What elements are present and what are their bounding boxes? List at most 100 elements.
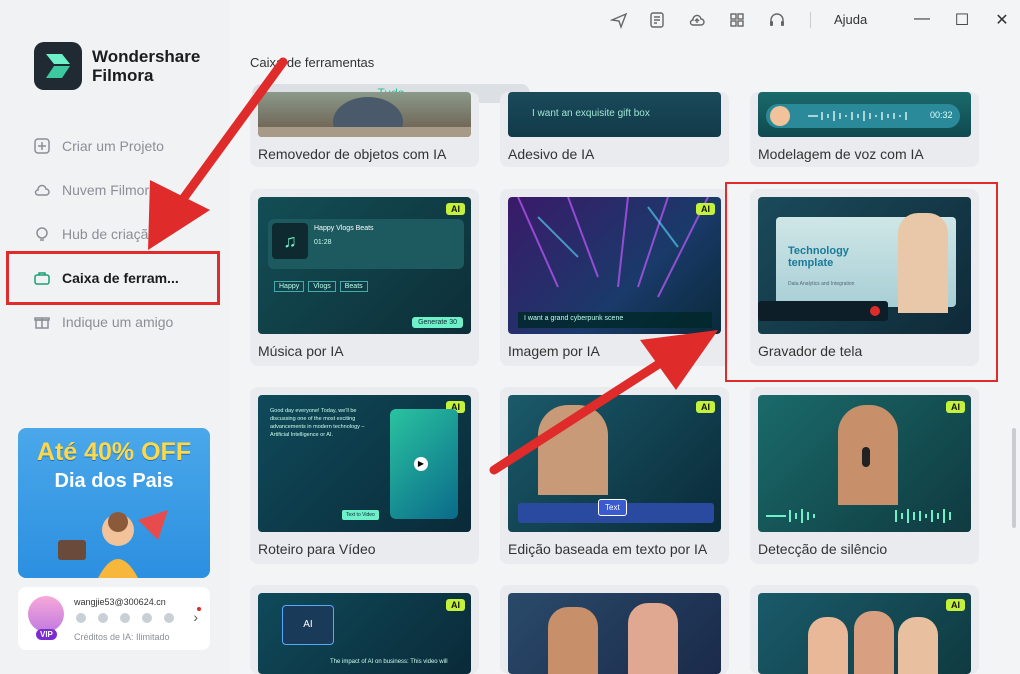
promo-subtitle: Dia dos Pais <box>54 470 174 492</box>
waveform-icon <box>808 111 907 121</box>
tool-card-row4-3[interactable]: AI <box>750 585 979 674</box>
card-thumbnail <box>258 92 471 137</box>
audio-waveform <box>766 509 951 523</box>
dancer-image <box>628 603 678 674</box>
benefit-icon <box>142 613 152 623</box>
tool-card-script-to-video[interactable]: AI Good day everyone! Today, we'll be di… <box>250 387 479 564</box>
thumb-caption-text: The impact of AI on business: This video… <box>330 659 448 665</box>
play-icon: ▶ <box>414 457 428 471</box>
toolbar-divider <box>810 12 811 28</box>
person-image <box>898 617 938 674</box>
cloud-upload-icon[interactable] <box>688 11 706 29</box>
close-button[interactable]: ✕ <box>992 10 1012 30</box>
card-thumbnail: AI AI The impact of AI on business: This… <box>258 593 471 674</box>
filmora-logo-icon <box>34 42 82 90</box>
speaker-avatar <box>770 106 790 126</box>
text-to-video-button: Text to Video <box>342 510 379 520</box>
ai-chip-icon: AI <box>282 605 334 645</box>
thumb-duration: 00:32 <box>930 110 953 120</box>
grid-apps-icon[interactable] <box>728 11 746 29</box>
benefit-icon <box>98 613 108 623</box>
card-thumbnail: AI <box>758 395 971 532</box>
avatar <box>28 596 64 632</box>
track-title: Happy Vlogs Beats <box>314 225 374 232</box>
tool-card-ai-content[interactable]: AI AI The impact of AI on business: This… <box>250 585 479 674</box>
ai-badge: AI <box>696 203 715 215</box>
headset-support-icon[interactable] <box>768 11 786 29</box>
ai-badge: AI <box>446 599 465 611</box>
tool-card-row4-2[interactable] <box>500 585 729 674</box>
vip-badge: VIP <box>36 629 57 640</box>
account-card[interactable]: VIP wangjie53@300624.cn Créditos de IA: … <box>18 587 210 650</box>
plus-square-icon <box>34 138 50 154</box>
tool-card-ai-image[interactable]: AI I want a grand cyberpunk scene Imagem… <box>500 189 729 366</box>
brand-line-2: Filmora <box>92 66 154 85</box>
card-thumbnail: AI <box>758 593 971 674</box>
sidebar-item-create-project[interactable]: Criar um Projeto <box>0 124 230 168</box>
tool-card-text-based-editing[interactable]: AI Text Edição baseada em texto por IA <box>500 387 729 564</box>
ai-badge: AI <box>446 203 465 215</box>
ai-badge: AI <box>696 401 715 413</box>
tool-card-voice-modeling[interactable]: 00:32 Modelagem de voz com IA <box>750 92 979 167</box>
card-label: Roteiro para Vídeo <box>258 541 376 557</box>
benefit-icon <box>164 613 174 623</box>
benefit-icon <box>76 613 86 623</box>
card-label: Detecção de silêncio <box>758 541 888 557</box>
promo-banner[interactable]: Até 40% OFF Dia dos Pais <box>18 428 210 578</box>
sidebar-item-label: Hub de criação <box>62 226 157 242</box>
music-tag: Beats <box>339 281 368 292</box>
sidebar-item-refer-friend[interactable]: Indique um amigo <box>0 300 230 344</box>
thumb-prompt-text: I want a grand cyberpunk scene <box>518 312 712 328</box>
annotation-highlight-screen-recorder <box>725 182 998 382</box>
scrollbar[interactable] <box>1012 428 1016 528</box>
text-chip: Text <box>598 499 627 516</box>
thumb-prompt-text: I want an exquisite gift box <box>532 108 650 119</box>
card-thumbnail: AI Good day everyone! Today, we'll be di… <box>258 395 471 532</box>
ai-badge: AI <box>946 401 965 413</box>
sidebar: Wondershare Filmora Criar um Projeto Nuv… <box>0 0 230 674</box>
promo-illustration <box>58 510 168 578</box>
maximize-button[interactable]: ☐ <box>952 10 972 30</box>
dancer-image <box>548 607 598 674</box>
sidebar-item-cloud[interactable]: Nuvem Filmora <box>0 168 230 212</box>
thumb-script-text: Good day everyone! Today, we'll be discu… <box>270 408 365 438</box>
card-label: Música por IA <box>258 343 344 359</box>
bulb-icon <box>36 227 48 241</box>
card-thumbnail <box>508 593 721 674</box>
generate-button: Generate 30 <box>412 317 463 328</box>
page-title: Caixa de ferramentas <box>250 55 375 70</box>
tool-card-silence-detection[interactable]: AI Detecção de silêncio <box>750 387 979 564</box>
chevron-right-icon[interactable]: › <box>193 609 198 625</box>
sidebar-item-label: Nuvem Filmora <box>62 182 157 198</box>
account-benefit-icons <box>76 613 186 623</box>
annotation-highlight-toolbox <box>6 251 220 305</box>
sidebar-item-label: Indique um amigo <box>62 314 174 330</box>
person-image <box>808 617 848 674</box>
card-thumbnail: 00:32 <box>758 92 971 137</box>
gift-icon <box>34 317 50 329</box>
help-menu[interactable]: Ajuda <box>834 12 867 27</box>
send-icon[interactable] <box>610 11 628 29</box>
brand-line-1: Wondershare <box>92 47 201 66</box>
track-time: 01:28 <box>314 239 332 246</box>
music-tag: Happy <box>274 281 305 292</box>
card-thumbnail: I want an exquisite gift box <box>508 92 721 137</box>
card-label: Edição baseada em texto por IA <box>508 541 708 557</box>
tool-card-object-remover[interactable]: Removedor de objetos com IA <box>250 92 479 167</box>
tool-card-ai-music[interactable]: AI ♫ Happy Vlogs Beats 01:28 Happy Vlogs… <box>250 189 479 366</box>
music-note-icon: ♫ <box>272 223 308 259</box>
sidebar-item-creation-hub[interactable]: Hub de criação <box>0 212 230 256</box>
card-label: Adesivo de IA <box>508 146 595 162</box>
card-label: Modelagem de voz com IA <box>758 146 924 162</box>
card-label: Removedor de objetos com IA <box>258 146 447 162</box>
card-label: Imagem por IA <box>508 343 600 359</box>
task-list-icon[interactable] <box>648 11 666 29</box>
card-thumbnail: AI ♫ Happy Vlogs Beats 01:28 Happy Vlogs… <box>258 197 471 334</box>
minimize-button[interactable]: — <box>912 10 932 30</box>
top-bar: Ajuda — ☐ ✕ <box>230 0 1020 40</box>
tool-card-ai-sticker[interactable]: I want an exquisite gift box Adesivo de … <box>500 92 729 167</box>
sidebar-nav: Criar um Projeto Nuvem Filmora Hub de cr… <box>0 124 230 344</box>
music-tag: Vlogs <box>308 281 336 292</box>
benefit-icon <box>120 613 130 623</box>
promo-title: Até 40% OFF <box>36 438 192 466</box>
